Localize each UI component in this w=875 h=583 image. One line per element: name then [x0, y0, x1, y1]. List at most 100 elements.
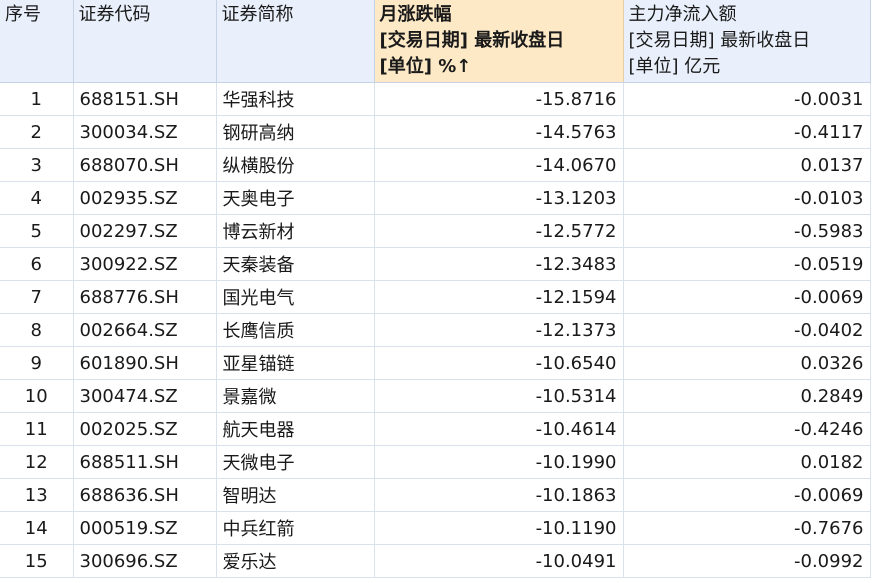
table-row[interactable]: 4 002935.SZ 天奥电子 -13.1203 -0.0103	[0, 181, 871, 215]
monthly-change-value: -12.1594	[374, 280, 624, 314]
monthly-change-value: -10.1990	[374, 445, 624, 479]
main-net-inflow-value: 0.0326	[623, 346, 871, 380]
column-header-code[interactable]: 证券代码	[73, 0, 217, 83]
main-net-inflow-value: -0.4117	[623, 115, 871, 149]
column-header-name-label: 证券简称	[221, 4, 294, 25]
security-name: 天秦装备	[216, 247, 375, 281]
security-code: 688151.SH	[73, 82, 217, 116]
table-row[interactable]: 2 300034.SZ 钢研高纳 -14.5763 -0.4117	[0, 115, 871, 149]
column-header-code-label: 证券代码	[78, 4, 151, 25]
table-row[interactable]: 10 300474.SZ 景嘉微 -10.5314 0.2849	[0, 379, 871, 413]
security-name: 亚星锚链	[216, 346, 375, 380]
security-code: 688636.SH	[73, 478, 217, 512]
monthly-change-date-note: [交易日期] 最新收盘日	[379, 30, 565, 51]
row-index: 8	[0, 313, 74, 347]
row-index: 9	[0, 346, 74, 380]
security-name: 爱乐达	[216, 544, 375, 578]
column-header-index-label: 序号	[5, 4, 41, 25]
main-net-inflow-value: 0.2849	[623, 379, 871, 413]
stock-data-table: 序号 证券代码 证券简称 月涨跌幅 [交易日期] 最新收盘日 [单位] %↑ 主…	[0, 0, 871, 578]
monthly-change-value: -12.3483	[374, 247, 624, 281]
row-index: 7	[0, 280, 74, 314]
table-body: 1 688151.SH 华强科技 -15.8716 -0.0031 2 300034.SZ…	[0, 82, 871, 578]
main-net-inflow-value: 0.0182	[623, 445, 871, 479]
main-net-inflow-value: 0.0137	[623, 148, 871, 182]
security-code: 000519.SZ	[73, 511, 217, 545]
main-net-inflow-value: -0.0519	[623, 247, 871, 281]
monthly-change-value: -12.1373	[374, 313, 624, 347]
row-index: 14	[0, 511, 74, 545]
main-net-inflow-value: -0.0069	[623, 280, 871, 314]
table-row[interactable]: 13 688636.SH 智明达 -10.1863 -0.0069	[0, 478, 871, 512]
row-index: 3	[0, 148, 74, 182]
main-net-inflow-value: -0.7676	[623, 511, 871, 545]
security-name: 博云新材	[216, 214, 375, 248]
monthly-change-value: -10.1190	[374, 511, 624, 545]
column-header-monthly-change[interactable]: 月涨跌幅 [交易日期] 最新收盘日 [单位] %↑	[374, 0, 624, 83]
monthly-change-value: -14.0670	[374, 148, 624, 182]
row-index: 4	[0, 181, 74, 215]
monthly-change-value: -12.5772	[374, 214, 624, 248]
table-row[interactable]: 6 300922.SZ 天秦装备 -12.3483 -0.0519	[0, 247, 871, 281]
table-row[interactable]: 1 688151.SH 华强科技 -15.8716 -0.0031	[0, 82, 871, 116]
table-row[interactable]: 7 688776.SH 国光电气 -12.1594 -0.0069	[0, 280, 871, 314]
table-row[interactable]: 9 601890.SH 亚星锚链 -10.6540 0.0326	[0, 346, 871, 380]
monthly-change-value: -14.5763	[374, 115, 624, 149]
main-net-inflow-value: -0.5983	[623, 214, 871, 248]
security-code: 688776.SH	[73, 280, 217, 314]
main-net-inflow-value: -0.0103	[623, 181, 871, 215]
monthly-change-unit-note: [单位] %↑	[379, 56, 472, 77]
table-row[interactable]: 11 002025.SZ 航天电器 -10.4614 -0.4246	[0, 412, 871, 446]
monthly-change-value: -10.0491	[374, 544, 624, 578]
main-net-inflow-unit-note: [单位] 亿元	[628, 56, 721, 77]
security-name: 中兵红箭	[216, 511, 375, 545]
monthly-change-value: -10.4614	[374, 412, 624, 446]
security-name: 长鹰信质	[216, 313, 375, 347]
column-header-name[interactable]: 证券简称	[216, 0, 375, 83]
table-row[interactable]: 14 000519.SZ 中兵红箭 -10.1190 -0.7676	[0, 511, 871, 545]
table-row[interactable]: 12 688511.SH 天微电子 -10.1990 0.0182	[0, 445, 871, 479]
monthly-change-title: 月涨跌幅	[379, 4, 452, 25]
row-index: 13	[0, 478, 74, 512]
main-net-inflow-date-note: [交易日期] 最新收盘日	[628, 30, 811, 51]
security-code: 002297.SZ	[73, 214, 217, 248]
monthly-change-value: -13.1203	[374, 181, 624, 215]
main-net-inflow-value: -0.0031	[623, 82, 871, 116]
row-index: 2	[0, 115, 74, 149]
security-code: 688070.SH	[73, 148, 217, 182]
monthly-change-value: -10.1863	[374, 478, 624, 512]
table-row[interactable]: 8 002664.SZ 长鹰信质 -12.1373 -0.0402	[0, 313, 871, 347]
security-name: 纵横股份	[216, 148, 375, 182]
main-net-inflow-value: -0.0402	[623, 313, 871, 347]
security-name: 航天电器	[216, 412, 375, 446]
security-name: 景嘉微	[216, 379, 375, 413]
security-code: 002025.SZ	[73, 412, 217, 446]
security-name: 钢研高纳	[216, 115, 375, 149]
security-code: 300696.SZ	[73, 544, 217, 578]
main-net-inflow-title: 主力净流入额	[628, 4, 737, 25]
security-code: 601890.SH	[73, 346, 217, 380]
main-net-inflow-value: -0.4246	[623, 412, 871, 446]
row-index: 15	[0, 544, 74, 578]
row-index: 11	[0, 412, 74, 446]
row-index: 12	[0, 445, 74, 479]
security-code: 300922.SZ	[73, 247, 217, 281]
security-code: 002664.SZ	[73, 313, 217, 347]
security-code: 688511.SH	[73, 445, 217, 479]
table-row[interactable]: 15 300696.SZ 爱乐达 -10.0491 -0.0992	[0, 544, 871, 578]
monthly-change-value: -10.6540	[374, 346, 624, 380]
security-name: 国光电气	[216, 280, 375, 314]
row-index: 10	[0, 379, 74, 413]
security-code: 300034.SZ	[73, 115, 217, 149]
column-header-index[interactable]: 序号	[0, 0, 74, 83]
row-index: 1	[0, 82, 74, 116]
security-name: 天奥电子	[216, 181, 375, 215]
monthly-change-value: -15.8716	[374, 82, 624, 116]
row-index: 5	[0, 214, 74, 248]
table-row[interactable]: 5 002297.SZ 博云新材 -12.5772 -0.5983	[0, 214, 871, 248]
main-net-inflow-value: -0.0069	[623, 478, 871, 512]
table-row[interactable]: 3 688070.SH 纵横股份 -14.0670 0.0137	[0, 148, 871, 182]
table-header-row: 序号 证券代码 证券简称 月涨跌幅 [交易日期] 最新收盘日 [单位] %↑ 主…	[0, 0, 871, 83]
column-header-main-net-inflow[interactable]: 主力净流入额 [交易日期] 最新收盘日 [单位] 亿元	[623, 0, 871, 83]
security-code: 300474.SZ	[73, 379, 217, 413]
